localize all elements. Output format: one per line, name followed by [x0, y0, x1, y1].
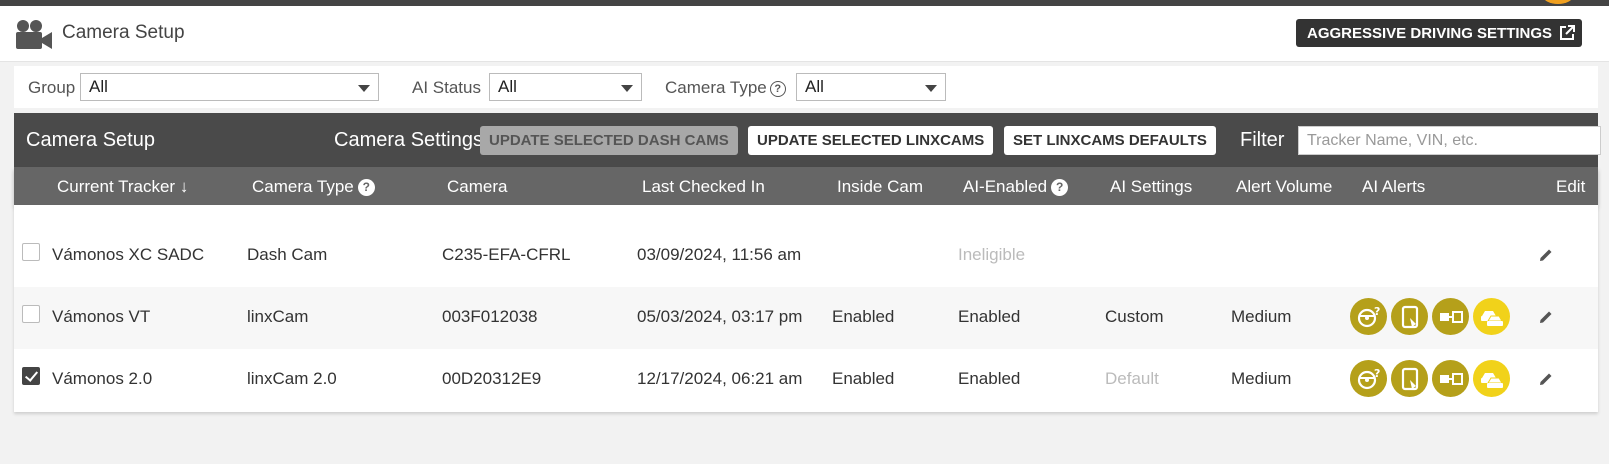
- camera-settings-label: Camera Settings: [334, 129, 483, 151]
- ai-alerts-group: ?: [1350, 298, 1510, 335]
- svg-text:?: ?: [1374, 305, 1380, 318]
- cell-ai-enabled: Enabled: [958, 307, 1021, 326]
- sort-arrow-down-icon: ↓: [175, 177, 189, 196]
- column-current-tracker[interactable]: Current Tracker ↓: [57, 177, 188, 197]
- edit-pencil-icon[interactable]: [1538, 371, 1554, 387]
- aggressive-driving-settings-button[interactable]: AGGRESSIVE DRIVING SETTINGS: [1296, 19, 1583, 47]
- external-link-icon: [1560, 25, 1576, 40]
- column-alert-volume: Alert Volume: [1236, 177, 1333, 196]
- cell-camera-type: linxCam 2.0: [247, 369, 337, 388]
- aggressive-driving-label: AGGRESSIVE DRIVING SETTINGS: [1307, 24, 1553, 42]
- table-row: Vámonos XC SADC Dash Cam C235-EFA-CFRL 0…: [14, 225, 1598, 287]
- cell-camera: C235-EFA-CFRL: [442, 245, 571, 264]
- row-checkbox-checked[interactable]: [22, 367, 40, 385]
- column-ai-alerts: AI Alerts: [1362, 177, 1426, 196]
- ai-status-select-value: All: [498, 77, 517, 96]
- cell-alert-volume: Medium: [1231, 307, 1292, 326]
- cell-last-checked-in: 12/17/2024, 06:21 am: [637, 369, 803, 388]
- help-icon[interactable]: ?: [1051, 178, 1069, 196]
- column-camera: Camera: [447, 177, 508, 196]
- seatbelt-icon[interactable]: [1432, 360, 1469, 397]
- column-inside-cam: Inside Cam: [837, 177, 923, 196]
- help-icon[interactable]: ?: [357, 178, 375, 196]
- collision-warning-icon[interactable]: [1473, 360, 1510, 397]
- cell-camera-type: Dash Cam: [247, 245, 328, 264]
- edit-pencil-icon[interactable]: [1538, 247, 1554, 263]
- seatbelt-icon[interactable]: [1432, 298, 1469, 335]
- camera-type-label: Camera Type?: [665, 78, 786, 98]
- cell-camera: 00D20312E9: [442, 369, 542, 388]
- update-selected-dash-cams-button[interactable]: UPDATE SELECTED DASH CAMS: [480, 126, 738, 155]
- filter-bar: Group All AI Status All Camera Type? All: [14, 66, 1598, 108]
- table-row: Vámonos 2.0 linxCam 2.0 00D20312E9 12/17…: [14, 349, 1598, 411]
- column-edit: Edit: [1556, 177, 1586, 196]
- row-checkbox[interactable]: [22, 243, 40, 261]
- row-checkbox[interactable]: [22, 305, 40, 323]
- cell-last-checked-in: 03/09/2024, 11:56 am: [637, 245, 802, 264]
- column-ai-settings: AI Settings: [1110, 177, 1193, 196]
- page-title: Camera Setup: [62, 22, 185, 43]
- filter-input[interactable]: Tracker Name, VIN, etc.: [1298, 126, 1601, 155]
- camera-setup-toolbar: Camera Setup Camera Settings UPDATE SELE…: [14, 113, 1601, 167]
- column-camera-type: Camera Type?: [252, 177, 375, 197]
- chevron-down-icon: [925, 85, 937, 92]
- cell-tracker: Vámonos XC SADC: [52, 245, 205, 264]
- cell-camera: 003F012038: [442, 307, 538, 326]
- ai-alerts-group: ?: [1350, 360, 1510, 397]
- camera-table-body: Vámonos XC SADC Dash Cam C235-EFA-CFRL 0…: [14, 205, 1598, 412]
- group-select[interactable]: All: [80, 73, 379, 101]
- cell-tracker: Vámonos 2.0: [52, 369, 153, 388]
- camera-type-select-value: All: [805, 77, 824, 96]
- collision-warning-icon[interactable]: [1473, 298, 1510, 335]
- group-label: Group: [28, 78, 76, 97]
- distracted-driver-icon[interactable]: ?: [1350, 298, 1387, 335]
- video-camera-icon: [16, 20, 52, 49]
- panel-title: Camera Setup: [26, 129, 155, 151]
- group-select-value: All: [89, 77, 108, 96]
- update-selected-linxcams-button[interactable]: UPDATE SELECTED LINXCAMS: [748, 126, 994, 155]
- column-last-checked-in: Last Checked In: [642, 177, 765, 196]
- filter-label: Filter: [1240, 129, 1285, 151]
- user-avatar[interactable]: [1543, 0, 1573, 4]
- table-row: Vámonos VT linxCam 003F012038 05/03/2024…: [14, 287, 1598, 349]
- distracted-driver-icon[interactable]: ?: [1350, 360, 1387, 397]
- chevron-down-icon: [358, 85, 370, 92]
- help-icon[interactable]: ?: [769, 81, 786, 97]
- set-linxcams-defaults-button[interactable]: SET LINXCAMS DEFAULTS: [1004, 126, 1216, 155]
- table-header: Current Tracker ↓ Camera Type? Camera La…: [14, 167, 1598, 205]
- phone-use-icon[interactable]: [1391, 360, 1428, 397]
- phone-use-icon[interactable]: [1391, 298, 1428, 335]
- cell-ai-enabled: Enabled: [958, 369, 1021, 388]
- camera-type-select[interactable]: All: [796, 73, 946, 101]
- cell-camera-type: linxCam: [247, 307, 309, 326]
- cell-alert-volume: Medium: [1231, 369, 1292, 388]
- cell-ai-settings: Default: [1105, 369, 1159, 388]
- cell-last-checked-in: 05/03/2024, 03:17 pm: [637, 307, 803, 326]
- column-ai-enabled: AI-Enabled?: [963, 177, 1069, 197]
- ai-status-select[interactable]: All: [489, 73, 642, 101]
- chevron-down-icon: [621, 85, 633, 92]
- cell-ai-enabled: Ineligible: [958, 245, 1026, 264]
- cell-ai-settings: Custom: [1105, 307, 1164, 326]
- svg-text:?: ?: [1374, 367, 1380, 380]
- cell-tracker: Vámonos VT: [52, 307, 151, 326]
- cell-inside-cam: Enabled: [832, 307, 895, 326]
- cell-inside-cam: Enabled: [832, 369, 895, 388]
- ai-status-label: AI Status: [412, 78, 481, 97]
- edit-pencil-icon[interactable]: [1538, 309, 1554, 325]
- page-header: Camera Setup AGGRESSIVE DRIVING SETTINGS: [0, 6, 1609, 62]
